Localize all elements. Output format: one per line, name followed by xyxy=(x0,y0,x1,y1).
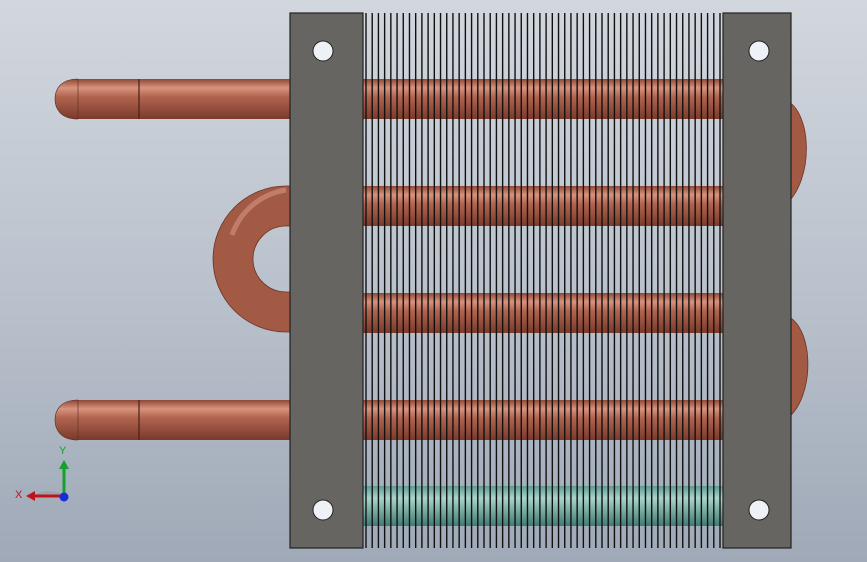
outlet-pipe-bottom[interactable] xyxy=(54,399,297,441)
u-bend-left[interactable] xyxy=(212,185,298,333)
y-arrow-icon xyxy=(59,460,69,469)
mounting-hole xyxy=(312,40,334,62)
triad-plane xyxy=(34,490,64,495)
mounting-hole xyxy=(312,499,334,521)
z-axis-dot xyxy=(59,492,69,502)
x-axis-label: X xyxy=(15,489,23,501)
model-viewport[interactable] xyxy=(0,0,867,562)
end-plate-right[interactable] xyxy=(722,12,792,549)
y-axis-label: Y xyxy=(59,445,67,457)
end-plate-left[interactable] xyxy=(289,12,364,549)
reference-triad: Y X xyxy=(15,445,69,502)
mounting-hole xyxy=(748,499,770,521)
inlet-pipe-top[interactable] xyxy=(54,78,297,120)
mounting-hole xyxy=(748,40,770,62)
x-arrow-icon xyxy=(26,491,35,501)
